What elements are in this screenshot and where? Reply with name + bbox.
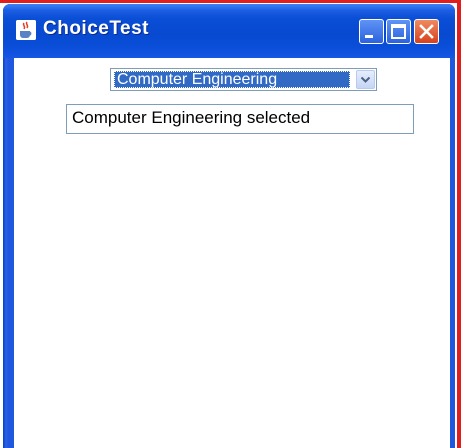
choice-dropdown-button[interactable] bbox=[356, 70, 375, 89]
java-cup-icon[interactable] bbox=[16, 20, 36, 40]
minimize-button[interactable] bbox=[359, 19, 384, 44]
screen: ChoiceTest Computer Engineering Computer… bbox=[0, 0, 465, 448]
maximize-button[interactable] bbox=[386, 19, 411, 44]
client-area: Computer Engineering Computer Engineerin… bbox=[14, 58, 450, 448]
close-button[interactable] bbox=[414, 19, 439, 44]
close-icon bbox=[419, 24, 434, 39]
title-bar[interactable]: ChoiceTest bbox=[3, 4, 455, 58]
chevron-down-icon bbox=[360, 76, 371, 83]
selection-status-field[interactable]: Computer Engineering selected bbox=[66, 104, 414, 134]
minimize-icon bbox=[365, 35, 373, 38]
choice-selected-value[interactable]: Computer Engineering bbox=[114, 71, 350, 88]
department-choice[interactable]: Computer Engineering bbox=[110, 68, 377, 91]
maximize-icon bbox=[391, 24, 406, 39]
app-window: ChoiceTest Computer Engineering Computer… bbox=[3, 4, 455, 448]
window-title: ChoiceTest bbox=[43, 18, 150, 39]
